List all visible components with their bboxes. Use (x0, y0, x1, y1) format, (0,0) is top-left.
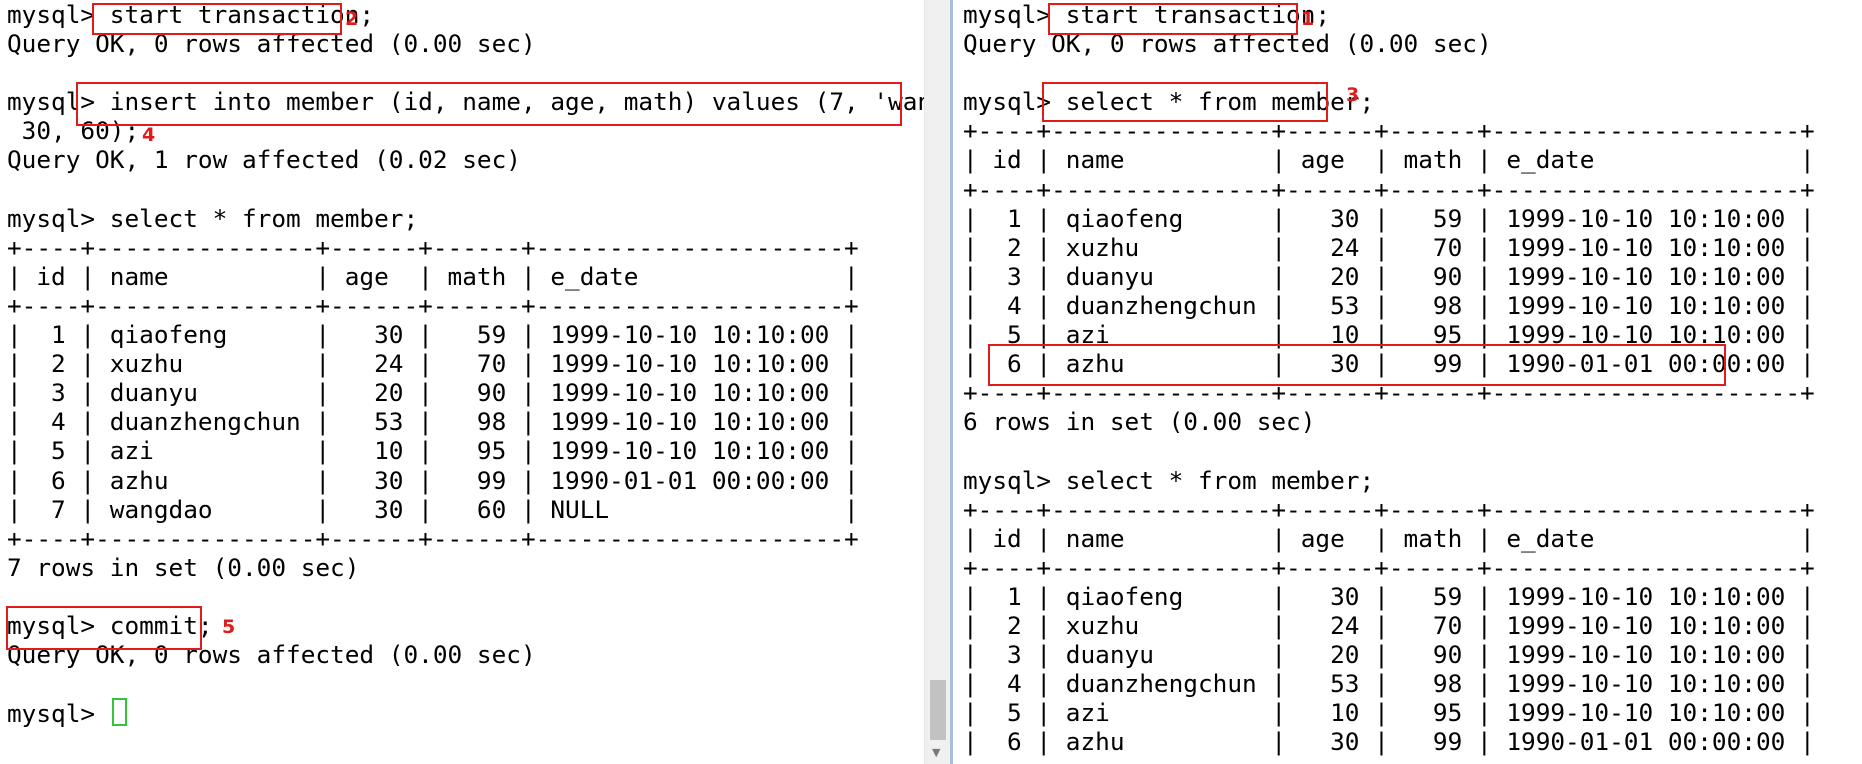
step-label-2: 2 (345, 8, 359, 30)
terminal-line: 7 rows in set (0.00 sec) (7, 552, 360, 582)
table-border: +----+---------------+------+------+----… (963, 552, 1815, 582)
text-cursor-icon (111, 698, 127, 727)
highlight-box-commit (6, 606, 202, 650)
table-row: | 6 | azhu | 30 | 99 | 1990-01-01 00:00:… (7, 465, 859, 495)
table-row: | 2 | xuzhu | 24 | 70 | 1999-10-10 10:10… (963, 232, 1815, 262)
scroll-down-arrow-icon[interactable]: ▼ (932, 746, 940, 759)
table-row: | 5 | azi | 10 | 95 | 1999-10-10 10:10:0… (963, 698, 1815, 728)
table-border: +----+---------------+------+------+----… (963, 174, 1815, 204)
table-border: +----+---------------+------+------+----… (7, 523, 859, 553)
table-row: | 1 | qiaofeng | 30 | 59 | 1999-10-10 10… (963, 581, 1815, 611)
table-row: | 4 | duanzhengchun | 53 | 98 | 1999-10-… (963, 290, 1815, 320)
table-row: | 4 | duanzhengchun | 53 | 98 | 1999-10-… (7, 407, 859, 437)
table-row: | 5 | azi | 10 | 95 | 1999-10-10 10:10:0… (7, 436, 859, 466)
table-row: | 3 | duanyu | 20 | 90 | 1999-10-10 10:1… (7, 378, 859, 408)
pane-divider[interactable] (950, 0, 953, 764)
table-row: | 1 | qiaofeng | 30 | 59 | 1999-10-10 10… (7, 320, 859, 350)
table-row: | 2 | xuzhu | 24 | 70 | 1999-10-10 10:10… (963, 610, 1815, 640)
scrollbar-thumb[interactable] (930, 680, 946, 740)
highlight-box-azhu-row (988, 344, 1726, 386)
terminal-line: mysql> select * from member; (7, 203, 419, 233)
terminal-line: 6 rows in set (0.00 sec) (963, 407, 1316, 437)
right-terminal-pane[interactable]: mysql> start transaction; Query OK, 0 row… (956, 0, 1862, 764)
left-terminal-pane[interactable]: mysql> start transaction; Query OK, 0 row… (0, 0, 924, 764)
prompt-line[interactable]: mysql> (7, 698, 924, 729)
table-header: | id | name | age | math | e_date | (7, 261, 859, 291)
highlight-box-insert (76, 82, 902, 126)
step-label-1: 1 (1301, 8, 1315, 30)
table-row: | 3 | duanyu | 20 | 90 | 1999-10-10 10:1… (963, 261, 1815, 291)
step-label-5: 5 (222, 616, 236, 638)
left-pane-scrollbar[interactable]: ▼ (924, 0, 952, 764)
table-border: +----+---------------+------+------+----… (963, 494, 1815, 524)
prompt-text: mysql> (7, 699, 110, 729)
highlight-box-start-transaction (1048, 3, 1298, 35)
table-row: | 4 | duanzhengchun | 53 | 98 | 1999-10-… (963, 669, 1815, 699)
table-header: | id | name | age | math | e_date | (963, 145, 1815, 175)
step-label-3: 3 (1346, 84, 1360, 106)
highlight-box-start-transaction (92, 3, 342, 35)
table-row: | 3 | duanyu | 20 | 90 | 1999-10-10 10:1… (963, 640, 1815, 670)
table-row: | 6 | azhu | 30 | 99 | 1990-01-01 00:00:… (963, 727, 1815, 757)
table-row: | 2 | xuzhu | 24 | 70 | 1999-10-10 10:10… (7, 349, 859, 379)
table-row: | 7 | wangdao | 30 | 60 | NULL | (7, 494, 859, 524)
terminal-line: mysql> select * from member; (963, 465, 1375, 495)
terminal-line: Query OK, 1 row affected (0.02 sec) (7, 145, 521, 175)
table-header: | id | name | age | math | e_date | (963, 523, 1815, 553)
table-border: +----+---------------+------+------+----… (7, 290, 859, 320)
table-row: | 1 | qiaofeng | 30 | 59 | 1999-10-10 10… (963, 203, 1815, 233)
highlight-box-select (1042, 82, 1328, 122)
table-border: +----+---------------+------+------+----… (7, 232, 859, 262)
step-label-4: 4 (142, 124, 156, 146)
